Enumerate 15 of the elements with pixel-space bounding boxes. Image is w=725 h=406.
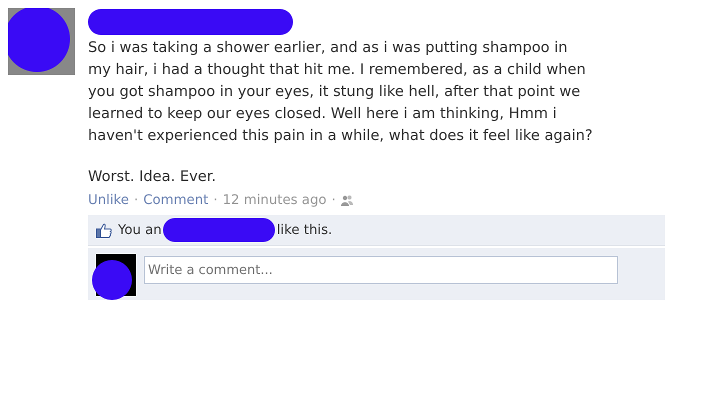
separator: · [332, 193, 336, 208]
separator: · [213, 193, 218, 208]
unlike-link[interactable]: Unlike [88, 193, 129, 208]
timestamp: 12 minutes ago [222, 193, 327, 208]
redacted-avatar [92, 254, 136, 300]
comment-field[interactable]: Write a comment... [144, 256, 618, 284]
likes-text: You an [118, 222, 162, 238]
redacted-avatar [8, 8, 75, 75]
likes-text: like this. [276, 222, 332, 238]
thumbs-up-icon [96, 222, 112, 238]
comment-link[interactable]: Comment [143, 193, 208, 208]
post-text: Worst. Idea. Ever. [88, 167, 218, 187]
separator: · [134, 193, 138, 208]
post-text: So i was taking a shower earlier, and as i was putting shampoo in my hair, i had a thought that hit me. I remembered, as a child when you got shampoo in your eyes, it stung like hell, after that point we learned to keep our eyes closed. Well here i am thinking, Hmm i haven't experienced this pain in a while, what does it feel like again? [88, 38, 593, 146]
friends-icon [340, 195, 353, 206]
